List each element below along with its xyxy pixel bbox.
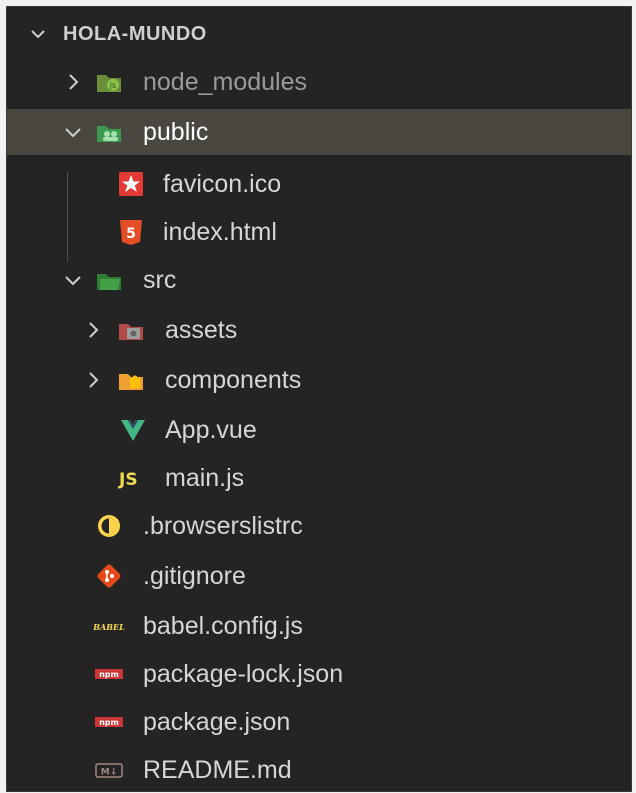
- chevron-down-icon[interactable]: [63, 122, 83, 142]
- svg-text:5: 5: [126, 226, 136, 242]
- tree-item-label: favicon.ico: [163, 170, 282, 198]
- babel-icon: BABEL: [93, 622, 125, 632]
- svg-text:js: js: [109, 81, 116, 90]
- tree-item-label: index.html: [163, 218, 277, 246]
- tree-item-index-html[interactable]: 5 index.html: [7, 209, 631, 255]
- tree-item-babel-config[interactable]: BABEL babel.config.js: [7, 603, 631, 649]
- tree-item-label: public: [143, 118, 209, 146]
- tree-item-label: package-lock.json: [143, 660, 344, 688]
- tree-item-public[interactable]: public: [7, 109, 631, 155]
- vue-icon: [121, 420, 145, 441]
- assets-folder-icon: [119, 324, 143, 340]
- tree-item-components[interactable]: components: [7, 357, 631, 403]
- tree-item-label: node_modules: [143, 68, 308, 96]
- browserslist-icon: [98, 515, 120, 537]
- chevron-right-icon[interactable]: [83, 320, 103, 340]
- svg-text:npm: npm: [99, 670, 119, 679]
- tree-item-label: assets: [165, 316, 238, 344]
- file-explorer: HOLA-MUNDO js node_modules public favico…: [6, 6, 632, 792]
- js-icon: JS: [118, 470, 138, 490]
- svg-text:BABEL: BABEL: [93, 622, 125, 632]
- tree-item-main-js[interactable]: JS main.js: [7, 455, 631, 501]
- svg-text:JS: JS: [118, 470, 138, 490]
- chevron-right-icon[interactable]: [83, 370, 103, 390]
- tree-item-package-lock-json[interactable]: npm package-lock.json: [7, 651, 631, 697]
- tree-item-label: main.js: [165, 464, 245, 492]
- chevron-right-icon[interactable]: [63, 72, 83, 92]
- tree-item-src[interactable]: src: [7, 257, 631, 303]
- tree-item-label: .gitignore: [143, 562, 246, 590]
- tree-item-app-vue[interactable]: App.vue: [7, 407, 631, 453]
- chevron-down-icon[interactable]: [63, 270, 83, 290]
- public-folder-icon: [97, 126, 121, 142]
- tree-item-label: .browserslistrc: [143, 512, 303, 540]
- chevron-down-icon[interactable]: [29, 25, 47, 43]
- markdown-icon: M↓: [95, 763, 123, 778]
- explorer-header[interactable]: HOLA-MUNDO: [7, 7, 631, 61]
- git-icon: [97, 564, 121, 588]
- node-modules-folder-icon: js: [97, 75, 121, 92]
- components-folder-icon: [119, 374, 143, 390]
- tree-item-label: package.json: [143, 708, 291, 736]
- favicon-icon: [119, 172, 143, 196]
- tree-item-assets[interactable]: assets: [7, 307, 631, 353]
- tree-item-readme[interactable]: M↓ README.md: [7, 747, 631, 793]
- tree-item-browserslistrc[interactable]: .browserslistrc: [7, 503, 631, 549]
- tree-item-package-json[interactable]: npm package.json: [7, 699, 631, 745]
- npm-icon: npm: [95, 717, 123, 727]
- html5-icon: 5: [120, 220, 142, 245]
- tree-item-label: App.vue: [165, 416, 257, 444]
- tree-item-label: src: [143, 266, 177, 294]
- src-folder-icon: [97, 274, 121, 290]
- tree-item-label: README.md: [143, 756, 292, 784]
- tree-item-favicon[interactable]: favicon.ico: [7, 161, 631, 207]
- tree-item-node-modules[interactable]: js node_modules: [7, 59, 631, 105]
- tree-item-label: components: [165, 366, 302, 394]
- tree-item-gitignore[interactable]: .gitignore: [7, 553, 631, 599]
- npm-icon: npm: [95, 669, 123, 679]
- project-title: HOLA-MUNDO: [63, 23, 207, 45]
- tree-item-label: babel.config.js: [143, 612, 303, 640]
- svg-text:M↓: M↓: [101, 768, 118, 778]
- svg-text:npm: npm: [99, 718, 119, 727]
